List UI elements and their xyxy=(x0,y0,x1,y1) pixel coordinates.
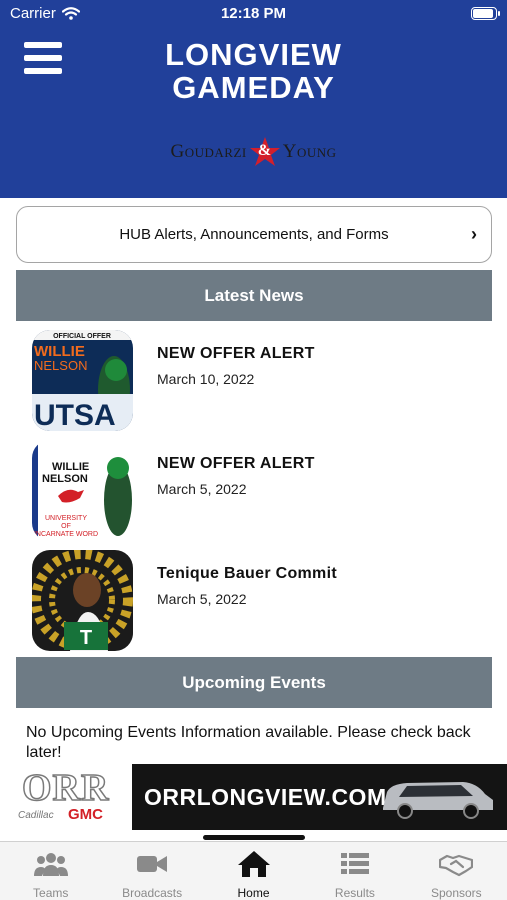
upcoming-events-heading: Upcoming Events xyxy=(182,672,326,692)
thumb-name2: NELSON xyxy=(34,358,87,373)
svg-text:T: T xyxy=(80,627,92,649)
list-icon xyxy=(340,853,369,874)
news-date: March 5, 2022 xyxy=(157,481,247,497)
tab-label: Sponsors xyxy=(430,886,482,900)
battery-icon xyxy=(471,7,500,20)
sponsor-logo-right: Young xyxy=(282,141,337,162)
sponsor-logo-amp: & xyxy=(257,142,272,159)
tab-sponsors[interactable]: Sponsors xyxy=(406,842,507,900)
news-date: March 10, 2022 xyxy=(157,371,255,387)
people-icon xyxy=(33,853,68,876)
latest-news-header: Latest News xyxy=(16,270,492,321)
tab-home[interactable]: Home xyxy=(203,842,304,900)
news-item[interactable]: WILLIE NELSON UNIVERSITY OF INCARNATE WO… xyxy=(32,440,482,542)
news-item[interactable]: OFFICIAL OFFER WILLIE NELSON UTSA NEW OF… xyxy=(32,330,482,432)
thumb-school2: OF xyxy=(61,523,71,530)
thumb-name2: NELSON xyxy=(42,473,88,485)
tab-label: Broadcasts xyxy=(122,886,183,900)
video-camera-icon xyxy=(137,856,168,872)
ad-url: ORRLONGVIEW.COM xyxy=(144,784,387,810)
chevron-right-icon: › xyxy=(471,224,477,244)
sponsor-ad-banner[interactable]: ORR Cadillac GMC ORRLONGVIEW.COM xyxy=(0,762,507,832)
no-events-message: No Upcoming Events Information available… xyxy=(26,724,471,761)
star-icon: & xyxy=(249,136,281,168)
tab-bar: Teams Broadcasts Home Results Sponsors xyxy=(0,841,507,900)
latest-news-heading: Latest News xyxy=(204,285,304,305)
cadillac-text: Cadillac xyxy=(18,810,54,821)
thumb-name1: WILLIE xyxy=(52,461,89,473)
hub-alerts-label: HUB Alerts, Announcements, and Forms xyxy=(119,226,389,243)
home-indicator xyxy=(203,835,305,840)
tab-label: Results xyxy=(334,886,375,900)
app-title: LONGVIEW GAMEDAY xyxy=(0,38,507,104)
news-item[interactable]: T Tenique Bauer Commit March 5, 2022 xyxy=(32,550,482,652)
house-icon xyxy=(237,851,270,877)
thumb-tag: OFFICIAL OFFER xyxy=(53,333,111,340)
suv-image xyxy=(383,782,493,819)
gmc-text: GMC xyxy=(68,806,103,823)
news-thumbnail: T xyxy=(32,550,133,651)
tab-teams[interactable]: Teams xyxy=(0,842,101,900)
news-title: NEW OFFER ALERT xyxy=(157,455,315,472)
thumb-school1: UNIVERSITY xyxy=(45,515,87,522)
news-thumbnail: OFFICIAL OFFER WILLIE NELSON UTSA xyxy=(32,330,133,431)
news-thumbnail: WILLIE NELSON UNIVERSITY OF INCARNATE WO… xyxy=(32,440,133,541)
app-header: LONGVIEW GAMEDAY Goudarzi & Young xyxy=(0,0,507,198)
app-title-line2: GAMEDAY xyxy=(172,70,335,105)
status-time: 12:18 PM xyxy=(220,5,287,22)
header-sponsor-logo[interactable]: Goudarzi & Young xyxy=(0,134,507,170)
orr-brand-text: ORR xyxy=(21,766,110,810)
handshake-icon xyxy=(439,854,474,877)
battery-level xyxy=(473,9,493,18)
thumb-school: UTSA xyxy=(34,399,116,431)
status-bar: Carrier 12:18 PM xyxy=(0,0,507,28)
tab-label: Home xyxy=(237,886,270,900)
hub-alerts-button[interactable]: HUB Alerts, Announcements, and Forms › xyxy=(16,206,492,263)
app-title-line1: LONGVIEW xyxy=(165,37,342,72)
news-date: March 5, 2022 xyxy=(157,591,247,607)
ad-dark-panel: ORRLONGVIEW.COM xyxy=(132,764,507,830)
tab-label: Teams xyxy=(33,886,69,900)
thumb-school3: INCARNATE WORD xyxy=(34,531,98,538)
orr-logo: ORR Cadillac GMC xyxy=(16,766,112,828)
tab-results[interactable]: Results xyxy=(304,842,405,900)
sponsor-logo-left: Goudarzi xyxy=(170,141,247,162)
news-title: NEW OFFER ALERT xyxy=(157,345,315,362)
news-title: Tenique Bauer Commit xyxy=(157,565,337,582)
upcoming-events-header: Upcoming Events xyxy=(16,657,492,708)
tab-broadcasts[interactable]: Broadcasts xyxy=(101,842,202,900)
